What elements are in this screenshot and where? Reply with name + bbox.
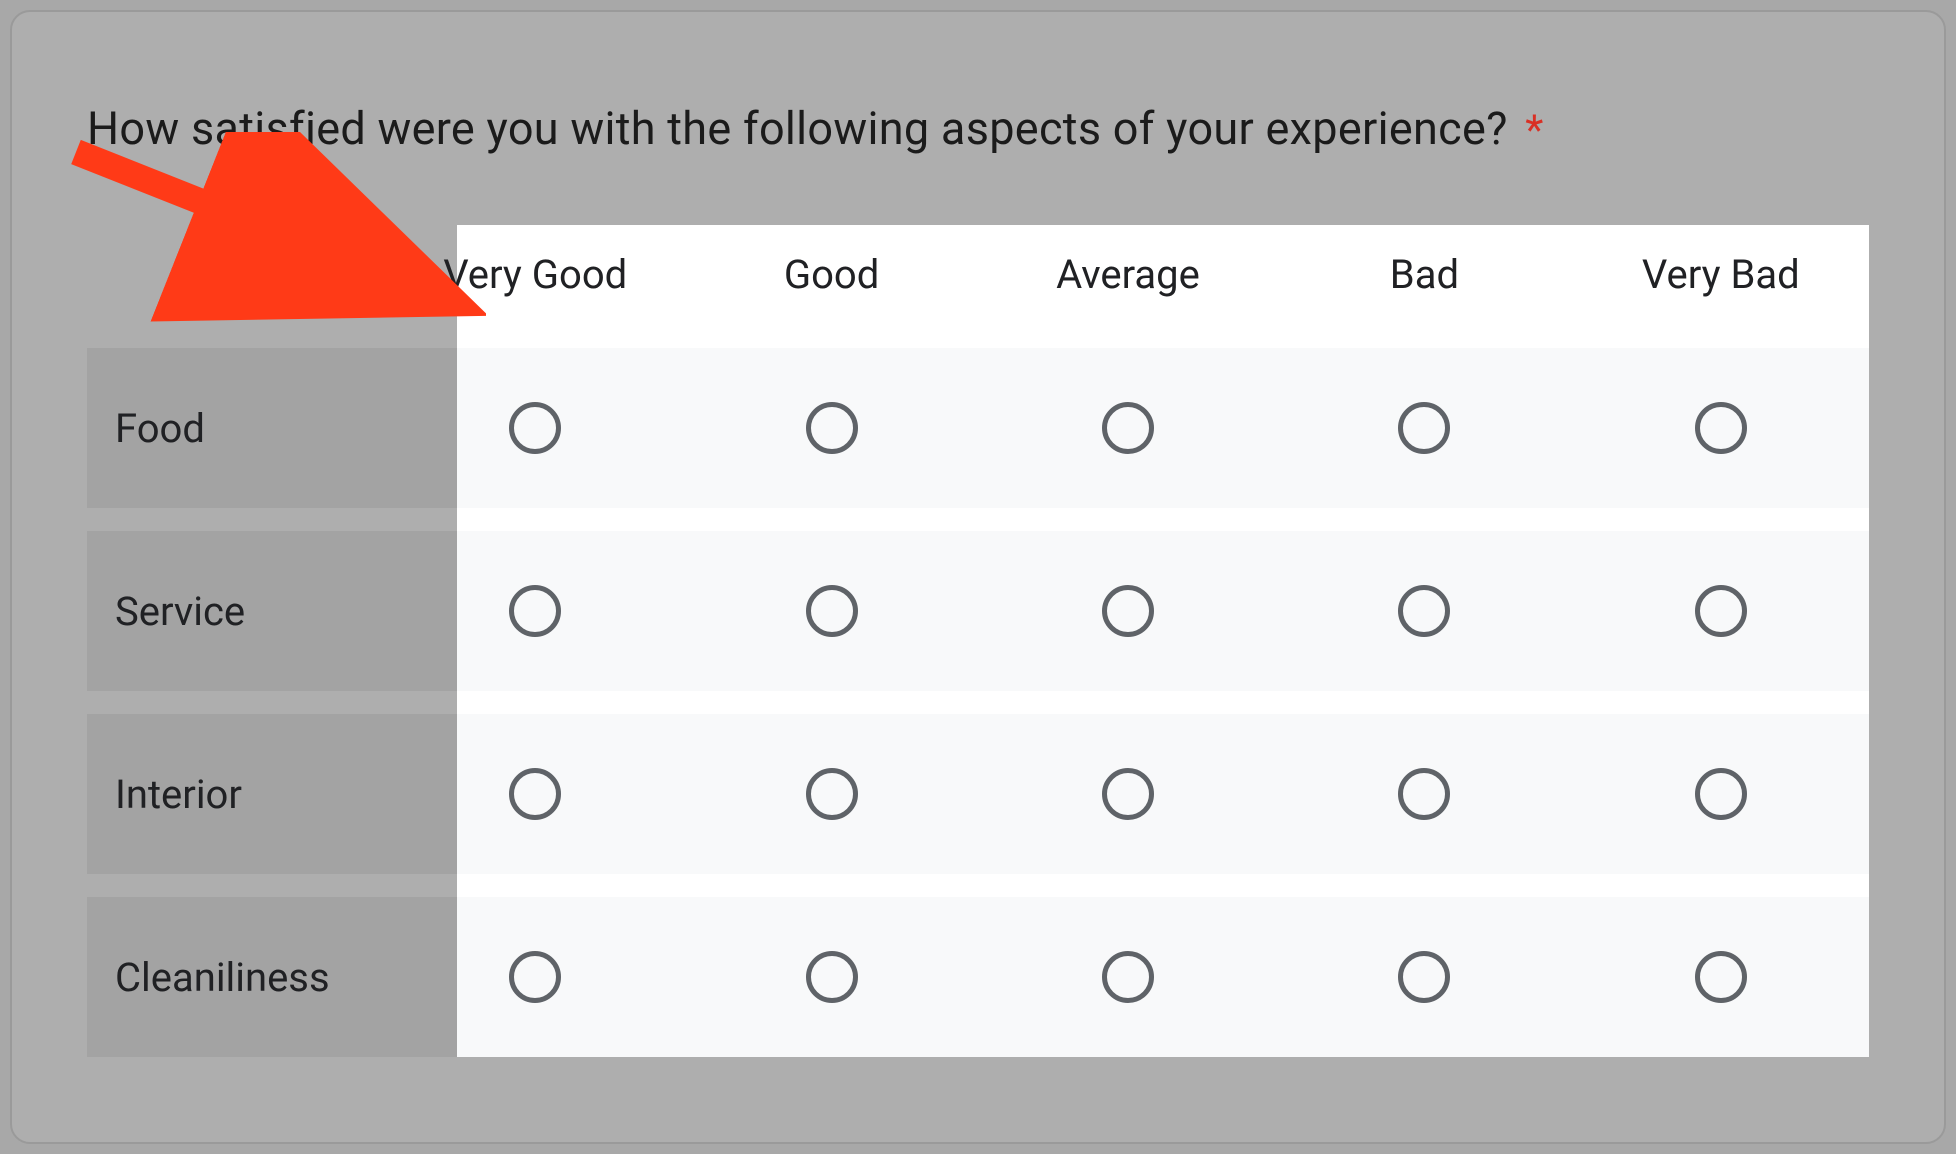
radio-icon xyxy=(806,951,858,1003)
column-header-average: Average xyxy=(980,251,1276,298)
radio-icon xyxy=(1695,585,1747,637)
radio-service-very-bad[interactable] xyxy=(1573,585,1869,637)
matrix-header-row: Very Good Good Average Bad Very Bad xyxy=(87,235,1869,348)
radio-food-good[interactable] xyxy=(683,402,979,454)
radio-food-very-bad[interactable] xyxy=(1573,402,1869,454)
radio-interior-good[interactable] xyxy=(683,768,979,820)
radio-icon xyxy=(509,768,561,820)
radio-icon xyxy=(1695,951,1747,1003)
radio-food-very-good[interactable] xyxy=(387,402,683,454)
survey-question-card: How satisfied were you with the followin… xyxy=(10,10,1946,1144)
radio-icon xyxy=(1398,951,1450,1003)
row-label-cleanliness: Cleaniliness xyxy=(87,954,387,1001)
column-header-very-bad: Very Bad xyxy=(1573,251,1869,298)
radio-icon xyxy=(1398,402,1450,454)
radio-cleanliness-very-bad[interactable] xyxy=(1573,951,1869,1003)
question-title-text: How satisfied were you with the followin… xyxy=(87,102,1508,155)
radio-interior-very-bad[interactable] xyxy=(1573,768,1869,820)
radio-icon xyxy=(1102,768,1154,820)
matrix-grid: Very Good Good Average Bad Very Bad Food… xyxy=(87,235,1869,1057)
radio-icon xyxy=(1398,585,1450,637)
radio-icon xyxy=(1102,402,1154,454)
radio-service-average[interactable] xyxy=(980,585,1276,637)
row-label-food: Food xyxy=(87,405,387,452)
row-label-interior: Interior xyxy=(87,771,387,818)
radio-icon xyxy=(1695,768,1747,820)
radio-icon xyxy=(1398,768,1450,820)
row-label-service: Service xyxy=(87,588,387,635)
radio-icon xyxy=(509,951,561,1003)
radio-cleanliness-good[interactable] xyxy=(683,951,979,1003)
radio-cleanliness-average[interactable] xyxy=(980,951,1276,1003)
table-row: Interior xyxy=(87,714,1869,874)
radio-interior-average[interactable] xyxy=(980,768,1276,820)
question-title: How satisfied were you with the followin… xyxy=(87,102,1869,155)
radio-icon xyxy=(1102,951,1154,1003)
row-gap xyxy=(87,874,1869,897)
radio-icon xyxy=(806,768,858,820)
radio-icon xyxy=(806,585,858,637)
column-header-bad: Bad xyxy=(1276,251,1572,298)
radio-food-average[interactable] xyxy=(980,402,1276,454)
column-header-very-good: Very Good xyxy=(387,251,683,298)
radio-service-very-good[interactable] xyxy=(387,585,683,637)
radio-interior-very-good[interactable] xyxy=(387,768,683,820)
radio-icon xyxy=(1695,402,1747,454)
row-gap xyxy=(87,691,1869,714)
radio-service-bad[interactable] xyxy=(1276,585,1572,637)
radio-service-good[interactable] xyxy=(683,585,979,637)
radio-icon xyxy=(806,402,858,454)
matrix-grid-wrapper: Very Good Good Average Bad Very Bad Food… xyxy=(87,235,1869,1057)
column-header-good: Good xyxy=(683,251,979,298)
radio-interior-bad[interactable] xyxy=(1276,768,1572,820)
table-row: Cleaniliness xyxy=(87,897,1869,1057)
table-row: Service xyxy=(87,531,1869,691)
radio-cleanliness-bad[interactable] xyxy=(1276,951,1572,1003)
radio-icon xyxy=(509,585,561,637)
radio-icon xyxy=(1102,585,1154,637)
radio-cleanliness-very-good[interactable] xyxy=(387,951,683,1003)
radio-food-bad[interactable] xyxy=(1276,402,1572,454)
required-asterisk: * xyxy=(1525,106,1543,155)
radio-icon xyxy=(509,402,561,454)
table-row: Food xyxy=(87,348,1869,508)
row-gap xyxy=(87,508,1869,531)
